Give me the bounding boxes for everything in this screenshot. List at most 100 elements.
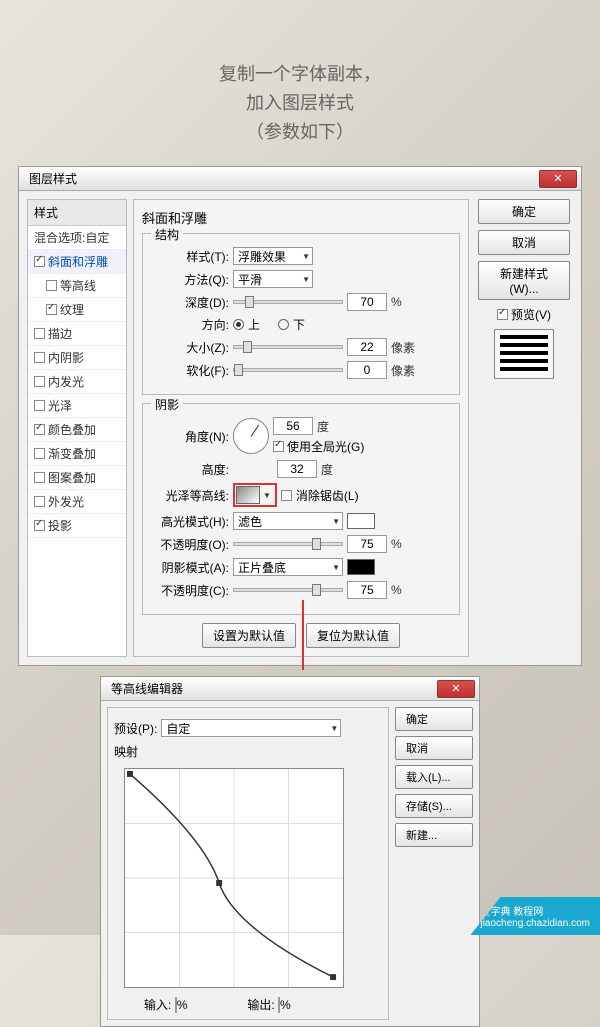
dialog-title: 图层样式	[23, 170, 77, 187]
style-dropdown[interactable]: 浮雕效果▼	[233, 247, 313, 265]
size-label: 大小(Z):	[153, 339, 229, 356]
new-style-button[interactable]: 新建样式(W)...	[478, 261, 570, 300]
style-list-item[interactable]: 描边	[28, 322, 126, 346]
style-item-label: 颜色叠加	[48, 421, 96, 438]
highlight-color-swatch[interactable]	[347, 513, 375, 529]
style-item-label: 渐变叠加	[48, 445, 96, 462]
preview-thumbnail	[500, 335, 548, 373]
ok-button[interactable]: 确定	[478, 199, 570, 224]
shading-title: 阴影	[151, 396, 183, 413]
technique-label: 方法(Q):	[153, 271, 229, 288]
highlight-opacity-slider[interactable]	[233, 542, 343, 546]
style-list-item[interactable]: 斜面和浮雕	[28, 250, 126, 274]
mapping-label: 映射	[114, 743, 382, 760]
chevron-down-icon: ▼	[330, 724, 338, 733]
highlight-opacity-input[interactable]: 75	[347, 535, 387, 553]
structure-fieldset: 结构 样式(T): 浮雕效果▼ 方法(Q): 平滑▼ 深度(D): 70 % 方…	[142, 233, 460, 395]
preview-checkbox[interactable]	[497, 309, 508, 320]
structure-title: 结构	[151, 226, 183, 243]
style-checkbox[interactable]	[46, 280, 57, 291]
shadow-mode-dropdown[interactable]: 正片叠底▼	[233, 558, 343, 576]
styles-list: 样式 混合选项:自定 斜面和浮雕等高线纹理描边内阴影内发光光泽颜色叠加渐变叠加图…	[27, 199, 127, 657]
layer-style-dialog: 图层样式 ✕ 样式 混合选项:自定 斜面和浮雕等高线纹理描边内阴影内发光光泽颜色…	[18, 166, 582, 666]
style-checkbox[interactable]	[34, 520, 45, 531]
blend-options-item[interactable]: 混合选项:自定	[28, 226, 126, 250]
global-light-checkbox[interactable]	[273, 441, 284, 452]
style-list-item[interactable]: 内阴影	[28, 346, 126, 370]
direction-label: 方向:	[153, 316, 229, 333]
titlebar[interactable]: 等高线编辑器 ✕	[101, 677, 479, 701]
connector-line	[302, 600, 304, 670]
style-checkbox[interactable]	[34, 328, 45, 339]
shadow-color-swatch[interactable]	[347, 559, 375, 575]
shadow-opacity-slider[interactable]	[233, 588, 343, 592]
direction-up-radio[interactable]	[233, 319, 244, 330]
highlight-opacity-label: 不透明度(O):	[153, 536, 229, 553]
style-item-label: 描边	[48, 325, 72, 342]
cancel-button[interactable]: 取消	[478, 230, 570, 255]
chevron-down-icon[interactable]: ▼	[260, 491, 274, 500]
style-checkbox[interactable]	[34, 496, 45, 507]
reset-default-button[interactable]: 复位为默认值	[306, 623, 400, 648]
ok-button[interactable]: 确定	[395, 707, 473, 731]
depth-slider[interactable]	[233, 300, 343, 304]
soften-slider[interactable]	[233, 368, 343, 372]
style-item-label: 内阴影	[48, 349, 84, 366]
shadow-opacity-label: 不透明度(C):	[153, 582, 229, 599]
style-item-label: 纹理	[60, 301, 84, 318]
angle-control[interactable]	[233, 418, 269, 454]
gloss-label: 光泽等高线:	[153, 487, 229, 504]
style-list-item[interactable]: 纹理	[28, 298, 126, 322]
close-button[interactable]: ✕	[539, 170, 577, 188]
size-slider[interactable]	[233, 345, 343, 349]
direction-down-radio[interactable]	[278, 319, 289, 330]
altitude-label: 高度:	[153, 461, 229, 478]
style-item-label: 外发光	[48, 493, 84, 510]
style-checkbox[interactable]	[34, 376, 45, 387]
new-button[interactable]: 新建...	[395, 823, 473, 847]
style-list-item[interactable]: 等高线	[28, 274, 126, 298]
style-item-label: 投影	[48, 517, 72, 534]
shading-fieldset: 阴影 角度(N): 56 度 使用全局光(G)	[142, 403, 460, 615]
style-list-item[interactable]: 内发光	[28, 370, 126, 394]
style-checkbox[interactable]	[34, 448, 45, 459]
highlight-mode-label: 高光模式(H):	[153, 513, 229, 530]
style-checkbox[interactable]	[34, 352, 45, 363]
curve-editor[interactable]	[124, 768, 344, 988]
style-item-label: 光泽	[48, 397, 72, 414]
style-list-item[interactable]: 渐变叠加	[28, 442, 126, 466]
close-button[interactable]: ✕	[437, 680, 475, 698]
technique-dropdown[interactable]: 平滑▼	[233, 270, 313, 288]
styles-header[interactable]: 样式	[28, 200, 126, 226]
style-list-item[interactable]: 光泽	[28, 394, 126, 418]
save-button[interactable]: 存储(S)...	[395, 794, 473, 818]
cancel-button[interactable]: 取消	[395, 736, 473, 760]
depth-input[interactable]: 70	[347, 293, 387, 311]
highlight-mode-dropdown[interactable]: 滤色▼	[233, 512, 343, 530]
soften-input[interactable]: 0	[347, 361, 387, 379]
gloss-contour-highlight: ▼	[233, 483, 277, 507]
style-checkbox[interactable]	[46, 304, 57, 315]
style-list-item[interactable]: 颜色叠加	[28, 418, 126, 442]
instruction-text: 复制一个字体副本， 加入图层样式 （参数如下）	[0, 0, 600, 166]
load-button[interactable]: 载入(L)...	[395, 765, 473, 789]
size-input[interactable]: 22	[347, 338, 387, 356]
style-checkbox[interactable]	[34, 400, 45, 411]
antialias-checkbox[interactable]	[281, 490, 292, 501]
set-default-button[interactable]: 设置为默认值	[202, 623, 296, 648]
style-checkbox[interactable]	[34, 424, 45, 435]
preset-dropdown[interactable]: 自定▼	[161, 719, 341, 737]
shadow-opacity-input[interactable]: 75	[347, 581, 387, 599]
gloss-contour-picker[interactable]	[236, 486, 260, 504]
style-checkbox[interactable]	[34, 256, 45, 267]
titlebar[interactable]: 图层样式 ✕	[19, 167, 581, 191]
style-checkbox[interactable]	[34, 472, 45, 483]
preview-box	[494, 329, 554, 379]
style-list-item[interactable]: 图案叠加	[28, 466, 126, 490]
angle-input[interactable]: 56	[273, 417, 313, 435]
altitude-input[interactable]: 32	[277, 460, 317, 478]
contour-editor-dialog: 等高线编辑器 ✕ 预设(P): 自定▼ 映射	[100, 676, 480, 1027]
style-item-label: 斜面和浮雕	[48, 253, 108, 270]
style-list-item[interactable]: 投影	[28, 514, 126, 538]
style-list-item[interactable]: 外发光	[28, 490, 126, 514]
